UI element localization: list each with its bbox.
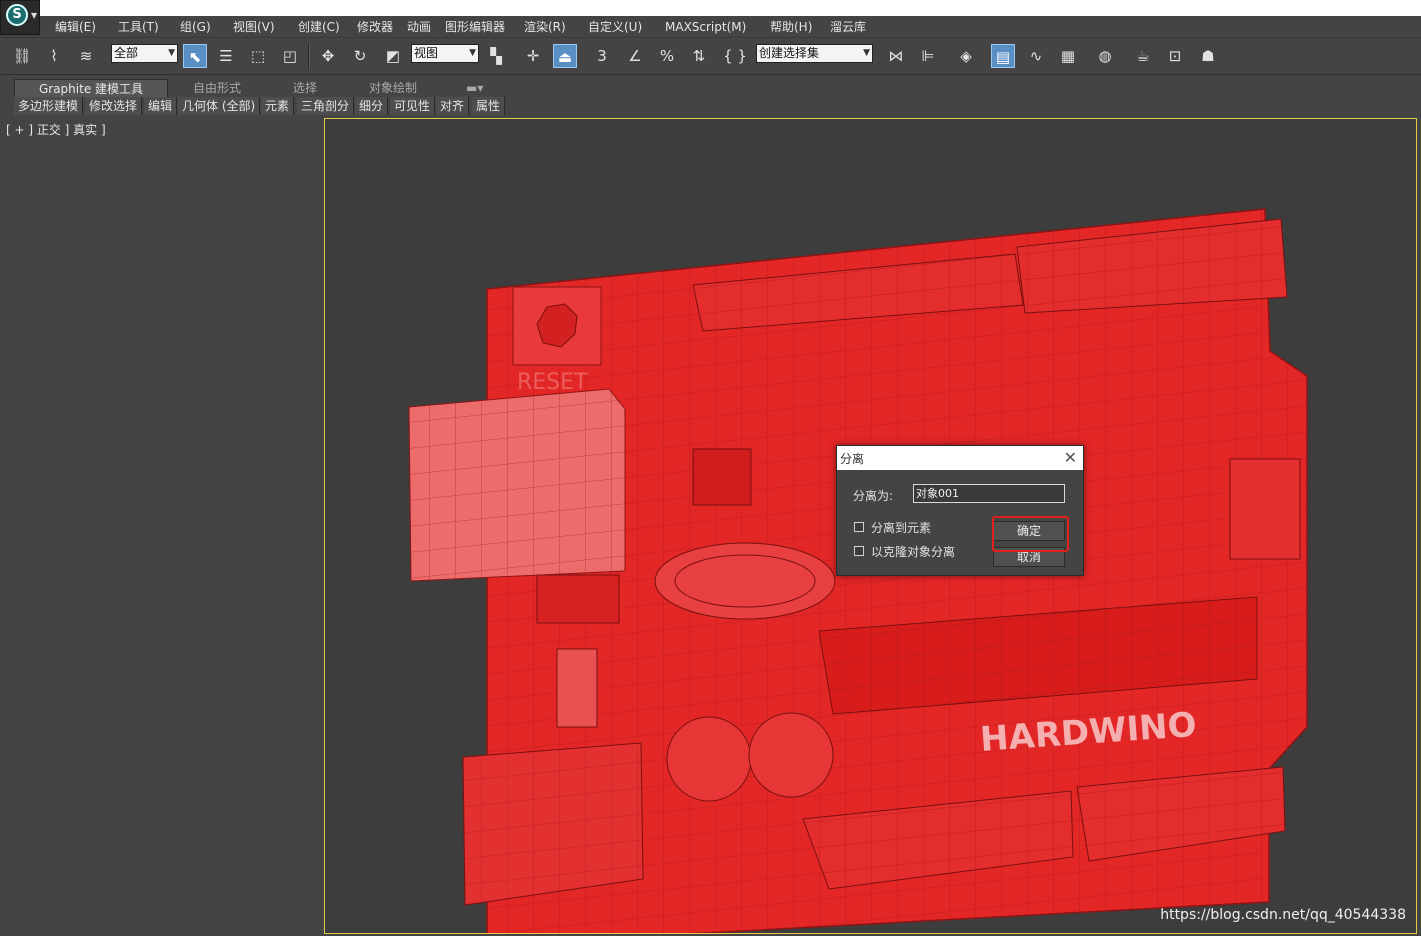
menu-group[interactable]: 组(G) bbox=[180, 18, 211, 36]
reference-coord-dropdown[interactable]: 视图 ▼ bbox=[411, 44, 479, 63]
watermark-url: https://blog.csdn.net/qq_40544338 bbox=[1160, 907, 1406, 923]
menu-graph-editors[interactable]: 图形编辑器 bbox=[445, 18, 505, 36]
menu-view[interactable]: 视图(V) bbox=[233, 18, 275, 36]
dialog-title: 分离 bbox=[840, 452, 865, 466]
schematic-view-icon[interactable]: ▦ bbox=[1056, 44, 1080, 68]
snap-3d-label: 3 bbox=[597, 47, 607, 65]
panel-triangulation[interactable]: 三角剖分 bbox=[297, 97, 355, 115]
select-and-scale-icon[interactable]: ◩ bbox=[381, 44, 405, 68]
menu-help[interactable]: 帮助(H) bbox=[770, 18, 812, 36]
ribbon-tabs: Graphite 建模工具 自由形式 选择 对象绘制 ▬▾ bbox=[0, 75, 1421, 98]
panel-geometry-all[interactable]: 几何体 (全部) bbox=[178, 97, 261, 115]
menu-modifiers[interactable]: 修改器 bbox=[357, 18, 393, 36]
named-selection-placeholder: 创建选择集 bbox=[759, 46, 820, 60]
select-object-icon[interactable]: ⬉ bbox=[183, 44, 207, 68]
render-production-icon[interactable]: ☗ bbox=[1196, 44, 1220, 68]
rendered-frame-window-icon[interactable]: ⊡ bbox=[1163, 44, 1187, 68]
menu-rendering[interactable]: 渲染(R) bbox=[524, 18, 566, 36]
select-and-rotate-icon[interactable]: ↻ bbox=[348, 44, 372, 68]
panel-elements[interactable]: 元素 bbox=[261, 97, 295, 115]
menu-animation[interactable]: 动画 bbox=[407, 18, 431, 36]
app-logo-icon: S bbox=[6, 4, 28, 26]
reference-coord-value: 视图 bbox=[414, 46, 439, 60]
chevron-down-icon: ▼ bbox=[469, 48, 476, 58]
edit-named-selection-icon[interactable]: { } bbox=[723, 44, 747, 68]
keyboard-shortcut-override-icon[interactable]: ⏏ bbox=[553, 44, 577, 68]
ribbon-panels: 多边形建模 修改选择 编辑 几何体 (全部) 元素 三角剖分 细分 可见性 对齐… bbox=[10, 97, 1421, 116]
bind-space-warp-icon[interactable]: ≋ bbox=[74, 44, 98, 68]
select-and-move-icon[interactable]: ✥ bbox=[316, 44, 340, 68]
viewport-label[interactable]: [ + ] 正交 ] 真实 ] bbox=[6, 121, 106, 138]
ok-button-highlight bbox=[992, 516, 1069, 552]
snaps-toggle-icon[interactable]: 3 bbox=[590, 44, 614, 68]
menu-cloud-library[interactable]: 溜云库 bbox=[830, 18, 866, 36]
mirror-icon[interactable]: ⋈ bbox=[884, 44, 908, 68]
panel-subdivision[interactable]: 细分 bbox=[355, 97, 389, 115]
detach-dialog: 分离 ✕ 分离为: 对象001 分离到元素 以克隆对象分离 确定 取消 bbox=[836, 445, 1084, 576]
tab-selection[interactable]: 选择 bbox=[287, 79, 323, 97]
curve-editor-icon[interactable]: ∿ bbox=[1024, 44, 1048, 68]
left-viewport[interactable] bbox=[2, 118, 322, 934]
link-icon[interactable]: ⛓ bbox=[10, 44, 34, 68]
main-toolbar: ⛓ ⌇ ≋ 全部 ▼ ⬉ ☰ ⬚ ◰ ✥ ↻ ◩ 视图 ▼ ▚ ✛ ⏏ 3 ∠ … bbox=[0, 37, 1421, 75]
ribbon-options-button[interactable]: ▬▾ bbox=[460, 79, 489, 97]
select-by-name-icon[interactable]: ☰ bbox=[214, 44, 238, 68]
chevron-down-icon: ▼ bbox=[168, 48, 175, 58]
detach-to-element-label: 分离到元素 bbox=[871, 521, 932, 535]
dialog-titlebar: 分离 ✕ bbox=[837, 446, 1083, 470]
app-logo-button[interactable]: S ▼ bbox=[0, 0, 40, 35]
menu-edit[interactable]: 编辑(E) bbox=[55, 18, 96, 36]
detach-name-input[interactable]: 对象001 bbox=[913, 484, 1065, 503]
selection-filter-value: 全部 bbox=[114, 46, 139, 60]
menu-tools[interactable]: 工具(T) bbox=[118, 18, 159, 36]
close-icon[interactable]: ✕ bbox=[1064, 448, 1077, 467]
title-bar bbox=[40, 0, 1421, 16]
align-icon[interactable]: ⊫ bbox=[916, 44, 940, 68]
tab-graphite-modeling[interactable]: Graphite 建模工具 bbox=[14, 79, 168, 98]
named-selection-sets-dropdown[interactable]: 创建选择集 ▼ bbox=[756, 44, 873, 63]
panel-edit[interactable]: 编辑 bbox=[144, 97, 178, 115]
tab-freeform[interactable]: 自由形式 bbox=[187, 79, 247, 97]
percent-snap-label: % bbox=[659, 47, 675, 65]
layer-manager-icon[interactable]: ◈ bbox=[954, 44, 978, 68]
toggle-ribbon-icon[interactable]: ▤ bbox=[991, 44, 1015, 68]
detach-to-element-checkbox[interactable] bbox=[854, 522, 864, 532]
spinner-snap-icon[interactable]: ⇅ bbox=[687, 44, 711, 68]
panel-properties[interactable]: 属性 bbox=[472, 97, 506, 115]
rect-selection-region-icon[interactable]: ⬚ bbox=[246, 44, 270, 68]
angle-snap-icon[interactable]: ∠ bbox=[623, 44, 647, 68]
detach-as-clone-checkbox[interactable] bbox=[854, 546, 864, 556]
pivot-center-icon[interactable]: ▚ bbox=[484, 44, 508, 68]
manipulate-icon[interactable]: ✛ bbox=[521, 44, 545, 68]
selection-filter-dropdown[interactable]: 全部 ▼ bbox=[111, 44, 178, 63]
detach-as-clone-label: 以克隆对象分离 bbox=[871, 545, 956, 559]
panel-visibility[interactable]: 可见性 bbox=[390, 97, 436, 115]
menu-maxscript[interactable]: MAXScript(M) bbox=[665, 18, 746, 36]
percent-snap-icon[interactable]: % bbox=[655, 44, 679, 68]
detach-as-label: 分离为: bbox=[853, 489, 894, 503]
menu-customize[interactable]: 自定义(U) bbox=[588, 18, 642, 36]
tab-object-paint[interactable]: 对象绘制 bbox=[363, 79, 423, 97]
chevron-down-icon: ▼ bbox=[31, 11, 38, 20]
panel-polygon-modeling[interactable]: 多边形建模 bbox=[14, 97, 84, 115]
panel-align[interactable]: 对齐 bbox=[436, 97, 470, 115]
silk-reset-text: RESET bbox=[517, 370, 588, 395]
unlink-icon[interactable]: ⌇ bbox=[42, 44, 66, 68]
toolbar-separator bbox=[308, 43, 310, 70]
render-setup-icon[interactable]: ☕ bbox=[1131, 44, 1155, 68]
material-editor-icon[interactable]: ◍ bbox=[1093, 44, 1117, 68]
window-crossing-icon[interactable]: ◰ bbox=[278, 44, 302, 68]
menu-bar: S ▼ 编辑(E) 工具(T) 组(G) 视图(V) 创建(C) 修改器 动画 … bbox=[0, 0, 1421, 37]
panel-modify-selection[interactable]: 修改选择 bbox=[85, 97, 143, 115]
menu-create[interactable]: 创建(C) bbox=[298, 18, 340, 36]
chevron-down-icon: ▼ bbox=[863, 48, 870, 58]
